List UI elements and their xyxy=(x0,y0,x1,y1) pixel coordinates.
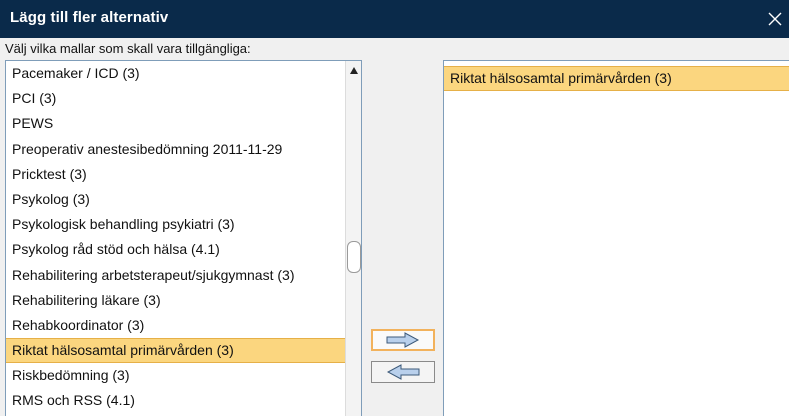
available-template-list-item[interactable]: PEWS xyxy=(6,111,347,136)
add-to-selected-button[interactable] xyxy=(371,329,435,351)
arrow-left-icon xyxy=(386,364,420,380)
available-template-list-item[interactable]: Preoperativ anestesibedömning 2011-11-29 xyxy=(6,137,347,162)
available-template-list-item[interactable]: Pricktest (3) xyxy=(6,162,347,187)
close-icon xyxy=(768,12,782,26)
scroll-up-arrow-icon xyxy=(349,66,358,74)
selected-templates-list[interactable]: Riktat hälsosamtal primärvården (3) xyxy=(443,60,789,416)
available-template-list-item[interactable]: Riktat hälsosamtal primärvården (3) xyxy=(6,338,347,364)
scroll-thumb[interactable] xyxy=(347,241,361,273)
instruction-text: Välj vilka mallar som skall vara tillgän… xyxy=(5,41,251,56)
dialog-title: Lägg till fler alternativ xyxy=(10,9,169,26)
available-template-list-item[interactable]: Pacemaker / ICD (3) xyxy=(6,61,347,86)
available-template-list-item[interactable]: Psykolog råd stöd och hälsa (4.1) xyxy=(6,237,347,262)
available-template-list-item[interactable]: PCI (3) xyxy=(6,86,347,111)
selected-template-list-item[interactable]: Riktat hälsosamtal primärvården (3) xyxy=(444,66,789,92)
selected-templates-items: Riktat hälsosamtal primärvården (3) xyxy=(444,66,789,92)
vertical-scrollbar[interactable] xyxy=(345,61,361,416)
available-template-list-item[interactable]: Riskbedömning (3) xyxy=(6,363,347,388)
available-template-list-item[interactable]: Rehabkoordinator (3) xyxy=(6,313,347,338)
available-template-list-item[interactable]: Psykolog (3) xyxy=(6,187,347,212)
arrow-right-icon xyxy=(386,332,420,348)
scroll-up-button[interactable] xyxy=(346,63,361,77)
add-options-dialog: Lägg till fler alternativ Välj vilka mal… xyxy=(0,0,789,416)
remove-from-selected-button[interactable] xyxy=(371,361,435,383)
available-template-list-item[interactable]: Rehabilitering arbetsterapeut/sjukgymnas… xyxy=(6,263,347,288)
available-templates-items: Pacemaker / ICD (3) PCI (3) PEWS Preoperati… xyxy=(6,61,347,414)
available-template-list-item[interactable]: RMS och RSS (4.1) xyxy=(6,388,347,413)
close-button[interactable] xyxy=(761,0,789,38)
available-templates-list[interactable]: Pacemaker / ICD (3) PCI (3) PEWS Preoperati… xyxy=(5,60,362,416)
dialog-titlebar: Lägg till fler alternativ xyxy=(0,0,789,38)
available-template-list-item[interactable]: Rehabilitering läkare (3) xyxy=(6,288,347,313)
available-template-list-item[interactable]: Psykologisk behandling psykiatri (3) xyxy=(6,212,347,237)
